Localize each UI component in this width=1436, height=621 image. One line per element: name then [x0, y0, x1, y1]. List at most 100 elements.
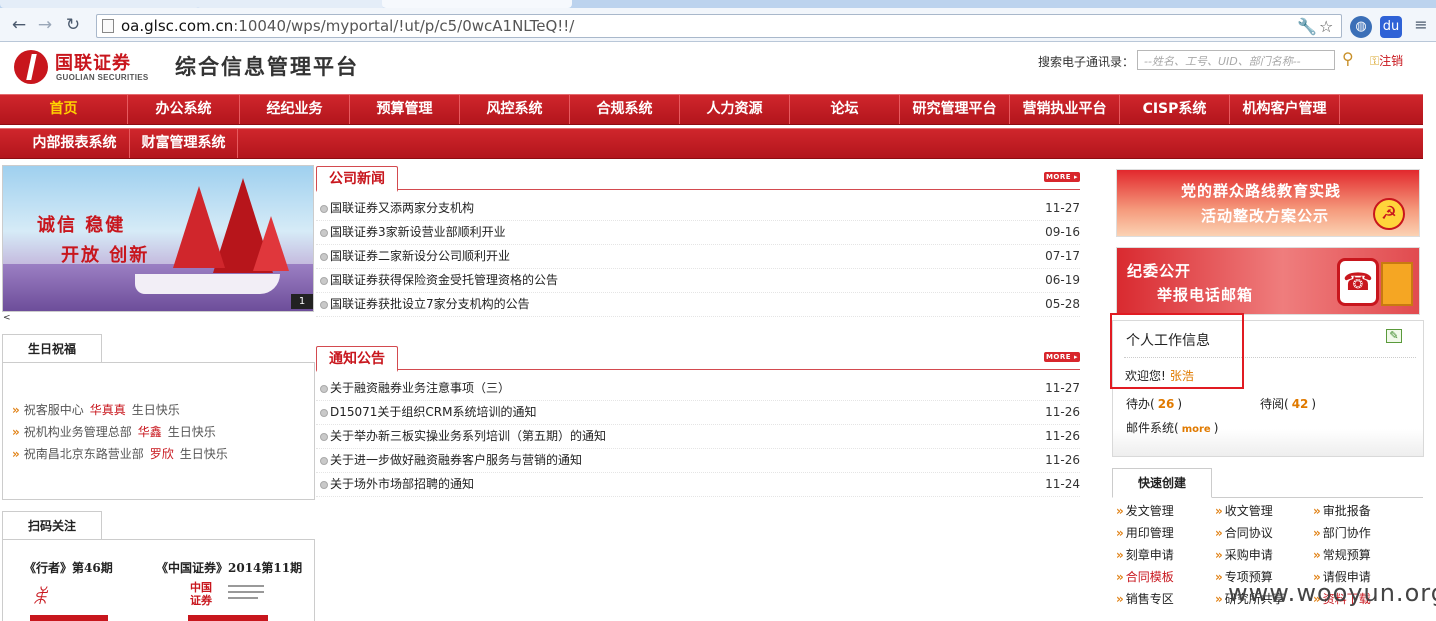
nav-item-internal-reports[interactable]: 内部报表系统: [20, 129, 130, 158]
nav-item-brokerage[interactable]: 经纪业务: [240, 95, 350, 124]
notice-row[interactable]: 关于融资融券业务注意事项（三） 11-27: [316, 377, 1080, 401]
birthday-item: » 祝客服中心 华真真 生日快乐: [12, 403, 180, 417]
bullet-icon: [320, 385, 328, 393]
back-icon[interactable]: ←: [8, 14, 30, 36]
tab-scan-follow[interactable]: 扫码关注: [2, 511, 102, 539]
magazine-cover[interactable]: ꆙ: [30, 579, 108, 621]
edit-icon[interactable]: ✎: [1386, 329, 1402, 343]
company-news-more-button[interactable]: MORE ▸: [1044, 172, 1080, 182]
baidu-icon[interactable]: du: [1380, 16, 1402, 38]
nav-item-institutional[interactable]: 机构客户管理: [1230, 95, 1340, 124]
nav-item-cisp[interactable]: CISP系统: [1120, 95, 1230, 124]
browser-tab-strip: [0, 0, 1436, 8]
browser-tab[interactable]: [0, 0, 200, 8]
quick-item[interactable]: » 审批报备: [1313, 502, 1371, 519]
menu-icon[interactable]: ≡: [1410, 14, 1432, 36]
nav-item-home[interactable]: 首页: [0, 95, 128, 124]
banner-prev-arrow[interactable]: <: [3, 313, 11, 323]
magazine-cover[interactable]: 中国证券: [188, 579, 268, 621]
cover-stripe: [188, 615, 268, 621]
browser-tab-active[interactable]: [382, 0, 572, 8]
watermark: www.wooyun.org: [1228, 579, 1436, 607]
bullet-icon: [320, 277, 328, 285]
browser-tab[interactable]: [196, 0, 386, 8]
quick-item[interactable]: » 合同模板: [1116, 568, 1174, 585]
bullet-icon: [320, 301, 328, 309]
quick-item[interactable]: » 常规预算: [1313, 546, 1371, 563]
calligraphy-logo: ꆙ: [32, 585, 48, 609]
nav-item-compliance[interactable]: 合规系统: [570, 95, 680, 124]
tab-notices[interactable]: 通知公告: [316, 346, 398, 372]
birthday-item: » 祝机构业务管理总部 华鑫 生日快乐: [12, 425, 216, 439]
site-header: 国联证券 GUOLIAN SECURITIES 综合信息管理平台 搜索电子通讯录…: [0, 43, 1436, 93]
news-row[interactable]: 国联证券3家新设营业部顺利开业 09-16: [316, 221, 1080, 245]
nav-item-risk[interactable]: 风控系统: [460, 95, 570, 124]
magazine-title[interactable]: 《行者》第46期: [24, 559, 113, 576]
globe-icon[interactable]: ◍: [1350, 16, 1372, 38]
magazine-title[interactable]: 《中国证券》2014第11期: [156, 559, 302, 576]
notice-row[interactable]: 关于进一步做好融资融券客户服务与营销的通知 11-26: [316, 449, 1080, 473]
news-row[interactable]: 国联证券二家新设分公司顺利开业 07-17: [316, 245, 1080, 269]
sail-shape: [173, 186, 225, 268]
tab-quick-create[interactable]: 快速创建: [1112, 468, 1212, 498]
cover-title: 中国证券: [190, 581, 212, 607]
mail-system-link[interactable]: 邮件系统(more): [1126, 419, 1218, 436]
reload-icon[interactable]: ↻: [62, 14, 84, 36]
quick-item[interactable]: » 用印管理: [1116, 524, 1174, 541]
banner-text: 举报电话邮箱: [1157, 286, 1254, 304]
directory-search-input[interactable]: --姓名、工号、UID、部门名称--: [1137, 50, 1335, 70]
quick-item[interactable]: » 发文管理: [1116, 502, 1174, 519]
nav-item-budget[interactable]: 预算管理: [350, 95, 460, 124]
section-rule: [316, 189, 1080, 190]
quick-item[interactable]: » 刻章申请: [1116, 546, 1174, 563]
bullet-icon: [320, 253, 328, 261]
quick-item[interactable]: » 部门协作: [1313, 524, 1371, 541]
news-row[interactable]: 国联证券获批设立7家分支机构的公告 05-28: [316, 293, 1080, 317]
cover-line: [228, 585, 264, 587]
cover-line: [228, 591, 264, 593]
search-icon[interactable]: ⚲: [1342, 49, 1354, 68]
logout-link[interactable]: ⚿注销: [1370, 52, 1403, 69]
bullet-icon: [320, 409, 328, 417]
quick-item[interactable]: » 销售专区: [1116, 590, 1174, 607]
notice-row[interactable]: D15071关于组织CRM系统培训的通知 11-26: [316, 401, 1080, 425]
banner-text: 纪委公开: [1127, 262, 1192, 280]
star-icon[interactable]: ☆: [1319, 17, 1333, 36]
forward-icon[interactable]: →: [34, 14, 56, 36]
party-education-banner[interactable]: 党的群众路线教育实践 活动整改方案公示 ☭: [1116, 169, 1420, 237]
address-bar[interactable]: oa.glsc.com.cn:10040/wps/myportal/!ut/p/…: [96, 14, 1342, 38]
bullet-icon: [320, 205, 328, 213]
wrench-icon[interactable]: 🔧: [1297, 17, 1317, 36]
tab-company-news[interactable]: 公司新闻: [316, 166, 398, 192]
bullet-icon: [320, 433, 328, 441]
nav-item-wealth[interactable]: 财富管理系统: [130, 129, 238, 158]
notice-row[interactable]: 关于场外市场部招聘的通知 11-24: [316, 473, 1080, 497]
todo-link[interactable]: 待办(26): [1126, 395, 1182, 412]
secondary-nav: 内部报表系统 财富管理系统: [0, 128, 1423, 159]
nav-item-research[interactable]: 研究管理平台: [900, 95, 1010, 124]
quick-item[interactable]: » 合同协议: [1215, 524, 1273, 541]
url-text[interactable]: oa.glsc.com.cn:10040/wps/myportal/!ut/p/…: [121, 16, 574, 36]
mailbox-icon: [1381, 262, 1413, 306]
news-row[interactable]: 国联证券又添两家分支机构 11-27: [316, 197, 1080, 221]
banner-slogan: 开放 创新: [61, 245, 150, 266]
phone-icon: ☎: [1337, 258, 1379, 306]
slogan-banner[interactable]: 诚信 稳健 开放 创新 1: [2, 165, 314, 312]
cover-stripe: [30, 615, 108, 621]
page-icon: [102, 19, 114, 33]
quick-item[interactable]: » 采购申请: [1215, 546, 1273, 563]
discipline-report-banner[interactable]: 纪委公开 举报电话邮箱 ☎: [1116, 247, 1420, 315]
toread-link[interactable]: 待阅(42): [1260, 395, 1316, 412]
nav-item-marketing[interactable]: 营销执业平台: [1010, 95, 1120, 124]
tab-birthday[interactable]: 生日祝福: [2, 334, 102, 362]
notices-more-button[interactable]: MORE ▸: [1044, 352, 1080, 362]
slide-number[interactable]: 1: [291, 294, 313, 309]
logo-subtext: GUOLIAN SECURITIES: [56, 73, 149, 82]
directory-search-label: 搜索电子通讯录：: [1038, 55, 1135, 69]
nav-item-forum[interactable]: 论坛: [790, 95, 900, 124]
nav-item-hr[interactable]: 人力资源: [680, 95, 790, 124]
nav-item-office[interactable]: 办公系统: [128, 95, 240, 124]
quick-item[interactable]: » 收文管理: [1215, 502, 1273, 519]
notice-row[interactable]: 关于举办新三板实操业务系列培训（第五期）的通知 11-26: [316, 425, 1080, 449]
news-row[interactable]: 国联证券获得保险资金受托管理资格的公告 06-19: [316, 269, 1080, 293]
